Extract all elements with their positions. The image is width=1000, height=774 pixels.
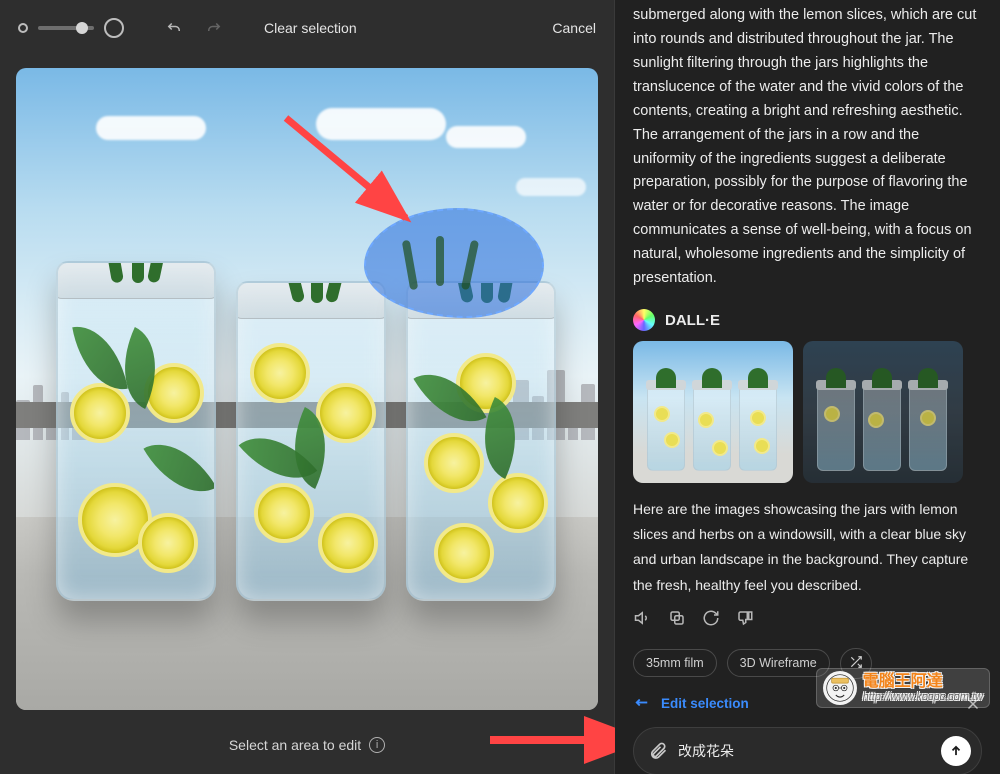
watermark-title: 電腦王阿達	[863, 673, 983, 691]
result-thumb-2[interactable]	[803, 341, 963, 483]
chip-35mm[interactable]: 35mm film	[633, 649, 717, 677]
assistant-name: DALL·E	[665, 312, 720, 329]
thumbs-down-icon[interactable]	[735, 608, 755, 628]
brush-size-slider[interactable]	[18, 18, 124, 38]
jar-1	[56, 261, 216, 601]
brush-slider-track[interactable]	[38, 26, 94, 30]
copy-icon[interactable]	[667, 608, 687, 628]
brush-max-icon	[104, 18, 124, 38]
attach-icon[interactable]	[648, 741, 668, 761]
dalle-avatar-icon	[633, 309, 655, 331]
jar-3	[406, 281, 556, 601]
cancel-button[interactable]: Cancel	[552, 20, 596, 36]
message-actions	[633, 608, 982, 628]
clear-selection-button[interactable]: Clear selection	[264, 20, 357, 36]
undo-button[interactable]	[160, 14, 188, 42]
info-icon[interactable]: i	[369, 737, 385, 753]
regenerate-icon[interactable]	[701, 608, 721, 628]
prompt-input-row	[633, 727, 982, 774]
edit-selection-label: Edit selection	[661, 696, 749, 711]
result-thumbnails	[633, 341, 982, 483]
redo-button[interactable]	[200, 14, 228, 42]
assistant-message: DALL·E	[633, 309, 982, 628]
image-description-text: submerged along with the lemon slices, w…	[633, 0, 982, 291]
canvas-hint-text: Select an area to edit	[229, 737, 361, 753]
chat-panel: submerged along with the lemon slices, w…	[615, 0, 1000, 774]
brush-min-icon	[18, 23, 28, 33]
jar-2	[236, 281, 386, 601]
result-thumb-1[interactable]	[633, 341, 793, 483]
send-button[interactable]	[941, 736, 971, 766]
editable-image[interactable]	[16, 68, 598, 710]
canvas-hint: Select an area to edit i	[0, 716, 614, 774]
read-aloud-icon[interactable]	[633, 608, 653, 628]
back-icon[interactable]	[633, 695, 651, 713]
image-canvas-area	[0, 56, 614, 716]
prompt-input[interactable]	[678, 743, 931, 759]
edit-toolbar: Clear selection Cancel	[0, 0, 614, 56]
assistant-result-text: Here are the images showcasing the jars …	[633, 497, 982, 598]
watermark-avatar-icon	[823, 671, 857, 705]
selection-mask[interactable]	[364, 208, 544, 318]
watermark: 電腦王阿達 http://www.kocpc.com.tw	[816, 668, 990, 708]
image-edit-panel: Clear selection Cancel	[0, 0, 615, 774]
watermark-url: http://www.kocpc.com.tw	[863, 691, 983, 703]
chip-3d-wireframe[interactable]: 3D Wireframe	[727, 649, 830, 677]
